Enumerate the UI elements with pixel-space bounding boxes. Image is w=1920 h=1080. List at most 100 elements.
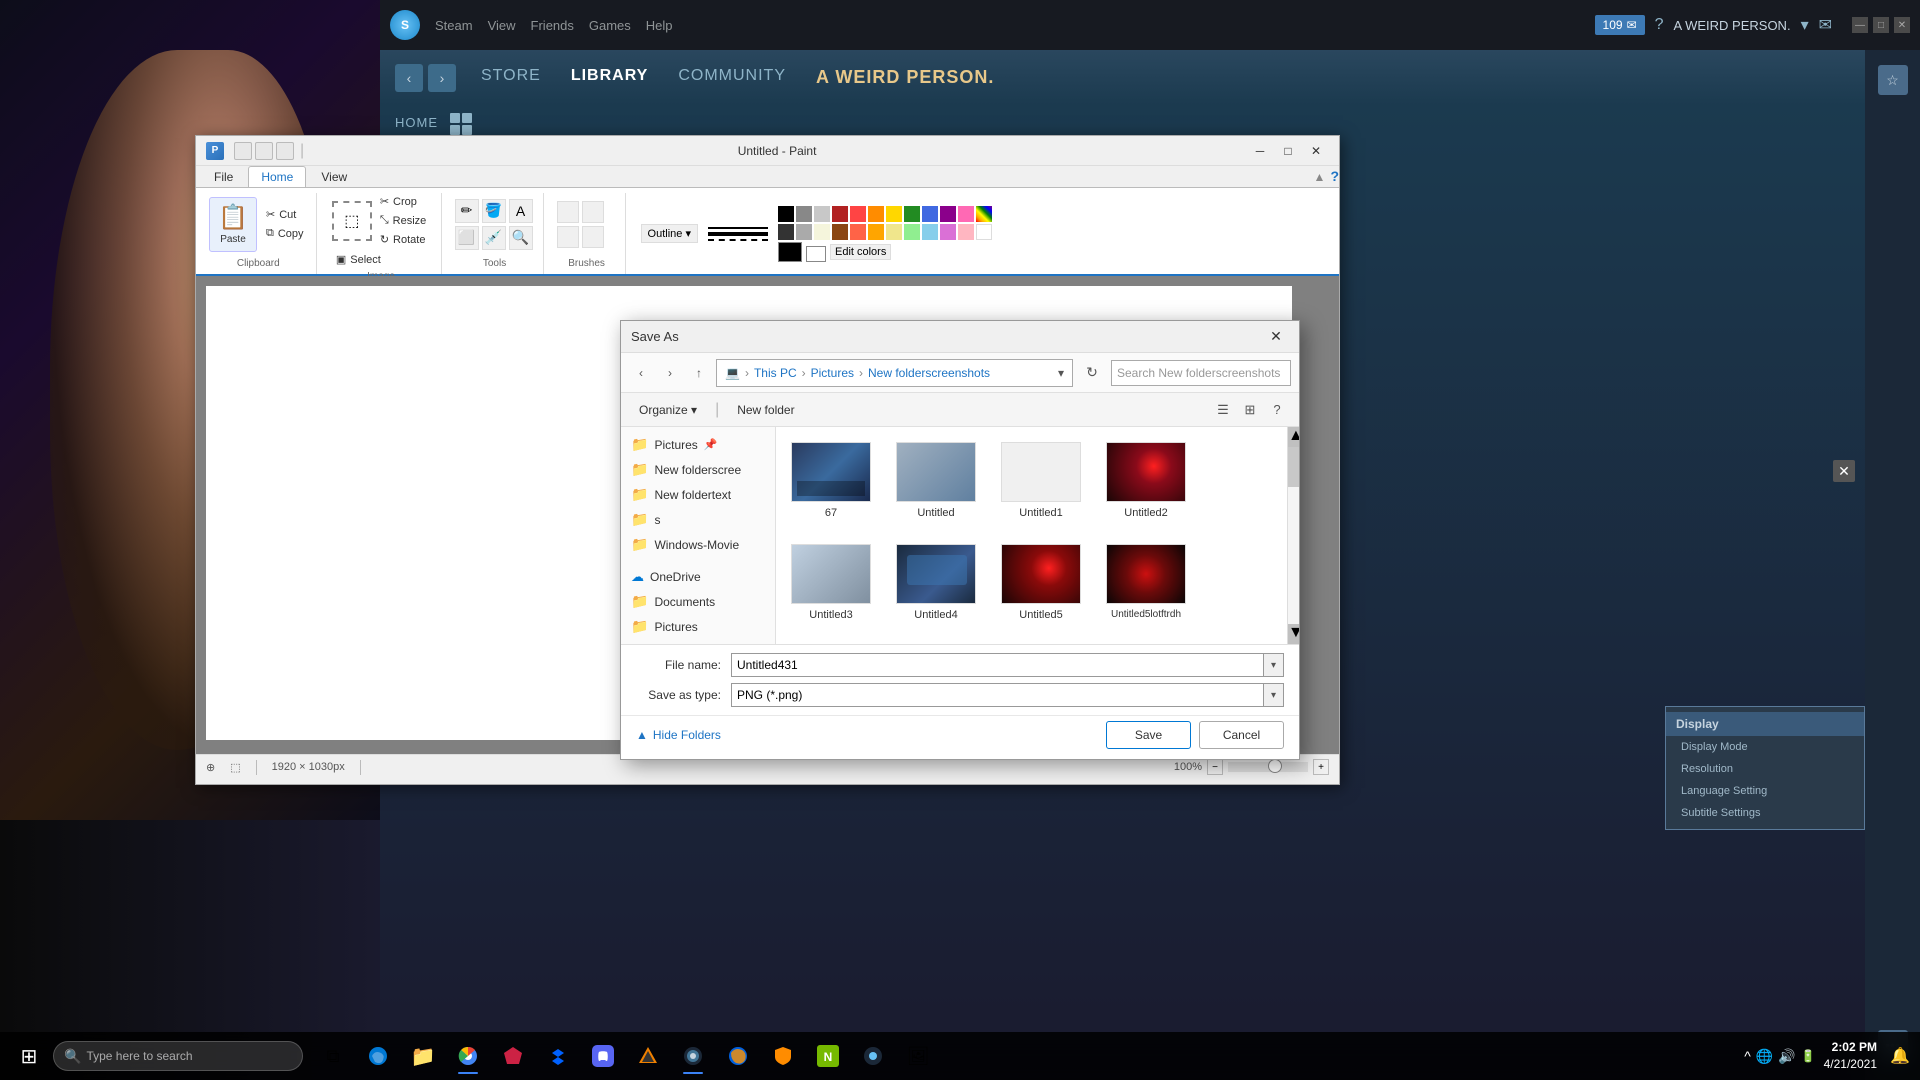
file-item-untitled7[interactable]: Untitled7	[891, 641, 981, 644]
color-darkred[interactable]	[832, 206, 848, 222]
ribbon-collapse-btn[interactable]: ▲	[1314, 170, 1326, 184]
hide-folders-label[interactable]: Hide Folders	[653, 728, 721, 742]
brush-tool-2[interactable]	[582, 201, 604, 223]
vertical-scrollbar[interactable]: ▲ ▼	[1287, 427, 1299, 644]
file-item-untitled6[interactable]: Untitled6	[786, 641, 876, 644]
steam-username[interactable]: A WEIRD PERSON.	[1674, 18, 1791, 33]
sidebar-windowsmovie[interactable]: 📁 Windows-Movie	[621, 532, 775, 557]
zoom-slider-thumb[interactable]	[1268, 759, 1282, 773]
steam-forward-btn[interactable]: ›	[428, 64, 456, 92]
paint-maximize-btn[interactable]: □	[1275, 141, 1301, 161]
color-blue[interactable]	[922, 206, 938, 222]
taskbar-ruby-icon[interactable]	[493, 1036, 533, 1076]
eraser-tool[interactable]: ⬜	[455, 226, 479, 250]
copy-btn[interactable]: ⧉ Copy	[262, 225, 308, 242]
taskbar-search-input[interactable]	[86, 1049, 292, 1063]
steam-nav-store[interactable]: STORE	[481, 67, 541, 88]
color-green[interactable]	[904, 206, 920, 222]
rotate-btn[interactable]: ↻ Rotate	[376, 231, 430, 248]
paste-button[interactable]: 📋 Paste	[209, 197, 257, 252]
steam-maximize-btn[interactable]: □	[1873, 17, 1889, 33]
steam-nav-library[interactable]: LIBRARY	[571, 67, 649, 88]
file-item-untitled5l[interactable]: Untitled5lotftrdh	[1101, 539, 1191, 626]
sidebar-newfoldercree[interactable]: 📁 New folderscree	[621, 457, 775, 482]
tray-battery-icon[interactable]: 🔋	[1801, 1049, 1816, 1063]
paint-minimize-btn[interactable]: ─	[1247, 141, 1273, 161]
color-beige[interactable]	[814, 224, 830, 240]
taskbar-edge-icon[interactable]	[358, 1036, 398, 1076]
taskbar-chrome-icon[interactable]	[448, 1036, 488, 1076]
new-folder-btn[interactable]: New folder	[729, 400, 802, 420]
taskbar-vlc-icon[interactable]	[628, 1036, 668, 1076]
steam-help-icon[interactable]: ?	[1655, 16, 1664, 34]
file-item-untitled5[interactable]: Untitled5	[996, 539, 1086, 626]
filename-dropdown-btn[interactable]: ▾	[1264, 653, 1284, 677]
dialog-search-input[interactable]	[1111, 360, 1291, 386]
color-pink[interactable]	[958, 206, 974, 222]
taskbar-explorer-icon[interactable]: 📁	[403, 1036, 443, 1076]
notification-close-btn[interactable]: ✕	[1833, 460, 1855, 482]
save-quick-icon[interactable]	[234, 142, 252, 160]
line-style-1[interactable]	[708, 227, 768, 229]
taskbar-firefox-icon[interactable]	[718, 1036, 758, 1076]
taskbar-discord-icon[interactable]	[583, 1036, 623, 1076]
steam-sidebar-star-icon[interactable]: ☆	[1878, 65, 1908, 95]
magnifier-tool[interactable]: 🔍	[509, 226, 533, 250]
color-tomato[interactable]	[850, 224, 866, 240]
view-grid-btn[interactable]: ⊞	[1238, 398, 1262, 422]
brush-tool-3[interactable]	[557, 226, 579, 248]
line-style-2[interactable]	[708, 232, 768, 236]
color-purple[interactable]	[940, 206, 956, 222]
sidebar-s[interactable]: 📁 s	[621, 507, 775, 532]
steam-minimize-btn[interactable]: —	[1852, 17, 1868, 33]
color-red[interactable]	[850, 206, 866, 222]
view-help-btn[interactable]: ?	[1265, 398, 1289, 422]
notification-center-btn[interactable]: 🔔	[1885, 1041, 1915, 1071]
hide-folders-toggle[interactable]: ▲	[636, 728, 648, 742]
file-item-67[interactable]: 67	[786, 437, 876, 524]
select-btn[interactable]: ⬚	[332, 201, 372, 241]
dialog-forward-btn[interactable]: ›	[658, 361, 682, 385]
breadcrumb-pictures[interactable]: Pictures	[811, 366, 854, 380]
breadcrumb-folder[interactable]: New folderscreenshots	[868, 366, 990, 380]
paint-help-btn[interactable]: ?	[1330, 168, 1339, 184]
color-brown[interactable]	[832, 224, 848, 240]
steam-nav-community[interactable]: COMMUNITY	[678, 67, 786, 88]
file-item-untitled4[interactable]: Untitled4	[891, 539, 981, 626]
select-tool-btn[interactable]: ▣ Select	[332, 251, 430, 268]
zoom-in-btn[interactable]: +	[1313, 759, 1329, 775]
file-item-untitled2[interactable]: Untitled2	[1101, 437, 1191, 524]
scrollbar-thumb[interactable]	[1288, 447, 1299, 487]
cut-btn[interactable]: ✂ Cut	[262, 206, 308, 223]
zoom-out-btn[interactable]: −	[1207, 759, 1223, 775]
color-orange2[interactable]	[868, 224, 884, 240]
savetype-dropdown-btn[interactable]: ▾	[1264, 683, 1284, 707]
display-language-item[interactable]: Language Setting	[1666, 780, 1864, 802]
color-midgray[interactable]	[796, 224, 812, 240]
dialog-cancel-btn[interactable]: Cancel	[1199, 721, 1284, 749]
line-style-3[interactable]	[708, 239, 768, 241]
taskbar-steam-icon[interactable]	[673, 1036, 713, 1076]
steam-close-btn[interactable]: ✕	[1894, 17, 1910, 33]
brush-tool-1[interactable]	[557, 201, 579, 223]
display-resolution-item[interactable]: Resolution	[1666, 758, 1864, 780]
color-black[interactable]	[778, 206, 794, 222]
file-item-untitled3[interactable]: Untitled3	[786, 539, 876, 626]
steam-menu-view[interactable]: View	[488, 18, 516, 33]
start-button[interactable]: ⊞	[5, 1032, 53, 1080]
sidebar-onedrive[interactable]: ☁ OneDrive	[621, 565, 775, 589]
color-darkgray2[interactable]	[778, 224, 794, 240]
taskbar-nvidia-icon[interactable]: N	[808, 1036, 848, 1076]
file-item-untitled1[interactable]: Untitled1	[996, 437, 1086, 524]
steam-nav-username[interactable]: A WEIRD PERSON.	[816, 67, 994, 88]
pencil-tool[interactable]: ✏	[455, 199, 479, 223]
dialog-save-btn[interactable]: Save	[1106, 721, 1191, 749]
system-clock[interactable]: 2:02 PM 4/21/2021	[1824, 1039, 1877, 1073]
color-khaki[interactable]	[886, 224, 902, 240]
color-orchid[interactable]	[940, 224, 956, 240]
steam-home-btn[interactable]: HOME	[395, 115, 438, 130]
color-skyblue[interactable]	[922, 224, 938, 240]
file-scroll-area[interactable]: 67 Untitled Untitled1	[776, 427, 1299, 644]
color-orange[interactable]	[868, 206, 884, 222]
display-subtitle-item[interactable]: Subtitle Settings	[1666, 802, 1864, 824]
